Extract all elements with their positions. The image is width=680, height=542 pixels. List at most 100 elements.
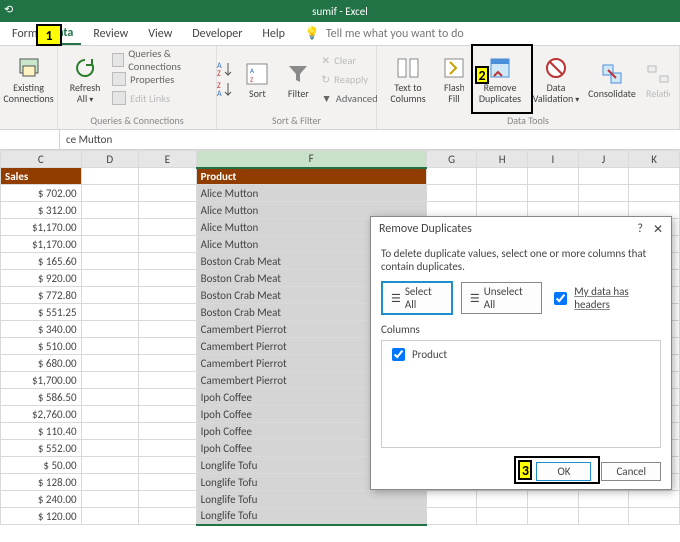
sales-cell[interactable]: $ 340.00 (1, 321, 82, 338)
cell[interactable] (81, 202, 139, 219)
col-header-i[interactable]: I (528, 151, 579, 168)
sales-cell[interactable]: $ 312.00 (1, 202, 82, 219)
my-data-has-headers-checkbox[interactable]: My data has headers (550, 285, 661, 311)
edit-links-button[interactable]: Edit Links (112, 89, 210, 107)
select-all-button[interactable]: ☰Select All (381, 281, 453, 315)
refresh-all-button[interactable]: Refresh All (64, 48, 106, 110)
cell[interactable] (139, 491, 197, 508)
cell[interactable] (81, 338, 139, 355)
cell[interactable] (139, 508, 197, 525)
cell[interactable] (139, 236, 197, 253)
sales-cell[interactable]: $ 120.00 (1, 508, 82, 525)
cell[interactable] (139, 474, 197, 491)
tab-help[interactable]: Help (254, 24, 293, 44)
cell[interactable] (81, 219, 139, 236)
cell[interactable] (139, 355, 197, 372)
cell[interactable] (81, 321, 139, 338)
formula-input[interactable]: ce Mutton (60, 133, 680, 146)
cell[interactable] (139, 219, 197, 236)
cell[interactable] (81, 270, 139, 287)
cell[interactable] (81, 474, 139, 491)
tab-formulas[interactable]: Formulas (4, 24, 38, 44)
headers-checkbox-input[interactable] (554, 292, 567, 305)
close-icon[interactable]: ✕ (653, 222, 663, 237)
col-header-d[interactable]: D (81, 151, 139, 168)
name-box[interactable] (0, 130, 60, 149)
product-cell[interactable]: Alice Mutton (196, 185, 426, 202)
cell[interactable] (81, 491, 139, 508)
cell[interactable] (139, 270, 197, 287)
cancel-button[interactable]: Cancel (601, 462, 661, 481)
properties-button[interactable]: Properties (112, 70, 210, 88)
cell[interactable] (139, 321, 197, 338)
cell[interactable] (139, 423, 197, 440)
cell[interactable] (81, 389, 139, 406)
queries-connections-button[interactable]: Queries & Connections (112, 51, 210, 69)
sales-header-cell[interactable]: Sales (1, 168, 82, 185)
sort-az-icon[interactable]: AZ (215, 60, 233, 78)
col-header-h[interactable]: H (477, 151, 528, 168)
tab-developer[interactable]: Developer (184, 24, 250, 44)
sales-cell[interactable]: $2,760.00 (1, 406, 82, 423)
tab-review[interactable]: Review (85, 24, 136, 44)
sales-cell[interactable]: $ 165.60 (1, 253, 82, 270)
sales-cell[interactable]: $1,170.00 (1, 236, 82, 253)
sales-cell[interactable]: $1,700.00 (1, 372, 82, 389)
cell[interactable] (81, 304, 139, 321)
col-header-e[interactable]: E (139, 151, 197, 168)
cell[interactable] (139, 372, 197, 389)
filter-button[interactable]: Filter (281, 48, 315, 110)
product-header-cell[interactable]: Product (196, 168, 426, 185)
cell[interactable] (81, 372, 139, 389)
sales-cell[interactable]: $ 552.00 (1, 440, 82, 457)
cell[interactable] (139, 338, 197, 355)
sales-cell[interactable]: $1,170.00 (1, 219, 82, 236)
cell[interactable] (139, 457, 197, 474)
col-header-f[interactable]: F (196, 151, 426, 168)
columns-listbox[interactable]: Product (381, 340, 661, 448)
unselect-all-button[interactable]: ☰Unselect All (461, 282, 542, 314)
reapply-button[interactable]: ↻Reapply (321, 70, 377, 88)
col-header-g[interactable]: G (426, 151, 477, 168)
existing-connections-button[interactable]: Existing Connections (4, 48, 54, 110)
sales-cell[interactable]: $ 510.00 (1, 338, 82, 355)
col-header-j[interactable]: J (578, 151, 629, 168)
sales-cell[interactable]: $ 551.25 (1, 304, 82, 321)
tab-view[interactable]: View (140, 24, 180, 44)
cell[interactable] (81, 236, 139, 253)
cell[interactable] (139, 440, 197, 457)
sales-cell[interactable]: $ 772.80 (1, 287, 82, 304)
relationships-button[interactable]: Relationships (643, 48, 673, 110)
cell[interactable] (81, 423, 139, 440)
clear-filter-button[interactable]: ✕Clear (321, 51, 377, 69)
sales-cell[interactable]: $ 680.00 (1, 355, 82, 372)
sales-cell[interactable]: $ 920.00 (1, 270, 82, 287)
sales-cell[interactable]: $ 110.40 (1, 423, 82, 440)
tell-me-search[interactable]: 💡 Tell me what you want to do (305, 26, 464, 41)
help-icon[interactable]: ? (637, 222, 643, 237)
cell[interactable] (139, 202, 197, 219)
cell[interactable] (81, 253, 139, 270)
cell[interactable] (81, 185, 139, 202)
sort-za-icon[interactable]: ZA (215, 80, 233, 98)
sort-button[interactable]: AZ Sort (239, 48, 275, 110)
advanced-filter-button[interactable]: ▼Advanced (321, 89, 377, 107)
cell[interactable] (139, 406, 197, 423)
cell[interactable] (81, 406, 139, 423)
cell[interactable] (81, 508, 139, 525)
sales-cell[interactable]: $ 128.00 (1, 474, 82, 491)
cell[interactable] (81, 457, 139, 474)
cell[interactable] (139, 185, 197, 202)
text-to-columns-button[interactable]: Text to Columns (383, 48, 433, 110)
product-cell[interactable]: Longlife Tofu (196, 508, 426, 525)
col-header-k[interactable]: K (629, 151, 680, 168)
consolidate-button[interactable]: Consolidate (587, 48, 637, 110)
cell[interactable] (139, 253, 197, 270)
cell[interactable] (139, 304, 197, 321)
column-product-checkbox[interactable] (392, 348, 405, 361)
col-header-c[interactable]: C (1, 151, 82, 168)
cell[interactable] (81, 287, 139, 304)
cell[interactable] (81, 440, 139, 457)
cell[interactable] (81, 355, 139, 372)
sales-cell[interactable]: $ 702.00 (1, 185, 82, 202)
